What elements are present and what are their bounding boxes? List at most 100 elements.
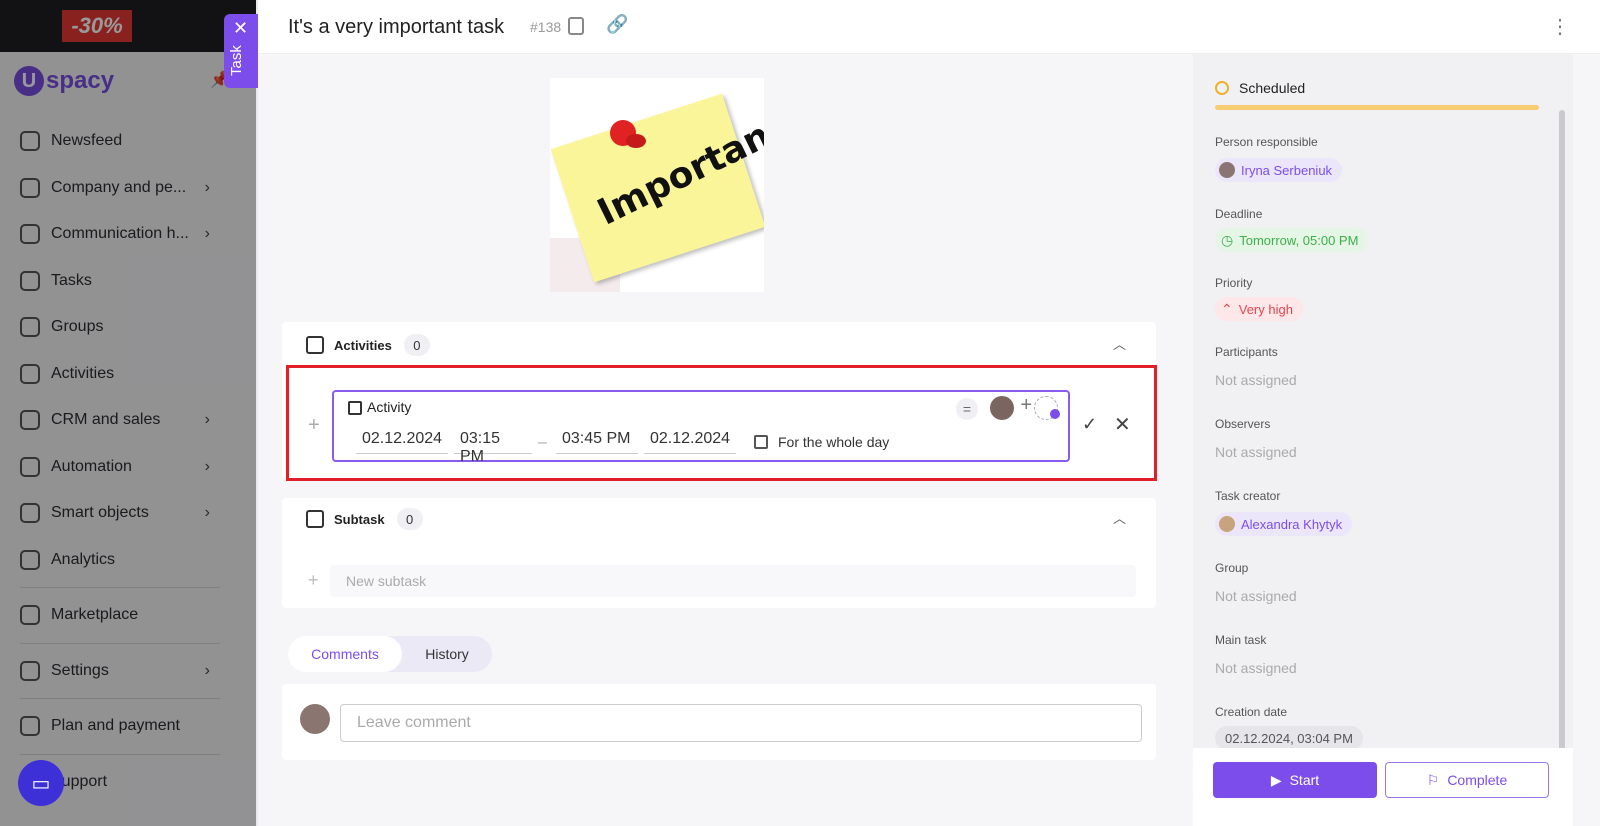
status-row[interactable]: Scheduled (1215, 80, 1305, 96)
sidebar-item-company[interactable]: Company and pe... › (0, 165, 224, 212)
copy-icon[interactable] (568, 17, 584, 35)
subtask-header[interactable]: Subtask 0 (306, 508, 423, 530)
avatar[interactable] (990, 396, 1014, 420)
subtask-card: Subtask 0 ︿ + New subtask (282, 498, 1156, 608)
sidebar-item-label: Marketplace (51, 606, 139, 624)
sidebar-item-plan[interactable]: Plan and payment (0, 703, 224, 750)
creation-date-label: Creation date (1215, 705, 1288, 719)
activities-header[interactable]: Activities 0 (306, 334, 430, 356)
task-tab-label: Task (228, 45, 245, 76)
clock-icon: ◷ (1221, 231, 1234, 248)
whole-day-checkbox[interactable] (754, 435, 768, 449)
start-button[interactable]: ▶ Start (1213, 762, 1377, 798)
task-creator-chip[interactable]: Alexandra Khytyk (1215, 512, 1353, 536)
chat-button[interactable]: ▭ (18, 760, 64, 806)
time-separator: – (538, 434, 547, 451)
task-info-panel: Scheduled Person responsible Iryna Serbe… (1193, 54, 1573, 826)
sidebar-item-label: Company and pe... (51, 178, 187, 196)
observers-label: Observers (1215, 417, 1271, 431)
add-badge (1050, 409, 1060, 419)
task-image[interactable]: Important (550, 78, 764, 292)
chevron-up-icon[interactable]: ︿ (1113, 334, 1126, 353)
flag-icon: ⚐ (1426, 771, 1440, 788)
marketplace-icon (20, 605, 40, 626)
main-task-value[interactable]: Not assigned (1215, 660, 1297, 676)
close-icon[interactable]: ✕ (1114, 412, 1131, 437)
new-subtask-input[interactable]: New subtask (330, 565, 1136, 597)
sidebar-item-automation[interactable]: Automation › (0, 444, 224, 491)
complete-button[interactable]: ⚐ Complete (1385, 762, 1549, 798)
company-icon (20, 177, 40, 198)
settings-icon (20, 660, 40, 681)
sidebar-item-crm[interactable]: CRM and sales › (0, 397, 224, 444)
participants-value[interactable]: Not assigned (1215, 372, 1297, 388)
add-activity-icon[interactable]: + (308, 414, 320, 437)
comment-input[interactable]: Leave comment (340, 704, 1142, 742)
priority-button[interactable]: = (956, 398, 978, 420)
end-time-field[interactable]: 03:45 PM (556, 428, 638, 454)
check-icon[interactable]: ✓ (1082, 414, 1097, 435)
sidebar-item-groups[interactable]: Groups (0, 304, 224, 351)
divider (20, 698, 220, 699)
subtask-icon (306, 510, 324, 528)
smart-objects-icon (20, 503, 40, 524)
chevron-up-icon[interactable]: ︿ (1113, 508, 1126, 527)
activity-name-input[interactable]: Activity (367, 399, 411, 415)
chevron-right-icon: › (204, 504, 210, 521)
priority-chip[interactable]: ⌃ Very high (1215, 297, 1303, 321)
task-tab[interactable]: ✕ Task (224, 14, 258, 88)
sidebar-item-smart-objects[interactable]: Smart objects › (0, 490, 224, 537)
play-icon: ▶ (1270, 771, 1282, 788)
sidebar-item-label: Plan and payment (51, 717, 180, 735)
sidebar-item-label: Settings (51, 661, 109, 679)
automation-icon (20, 456, 40, 477)
avatar (1219, 516, 1235, 532)
divider (20, 642, 220, 644)
add-subtask-icon[interactable]: + (308, 570, 319, 591)
task-number: #138 (530, 19, 562, 35)
page-title[interactable]: It's a very important task (288, 16, 504, 39)
more-menu-icon[interactable]: ⋮ (1550, 14, 1570, 39)
calendar-icon (306, 336, 324, 354)
start-label: Start (1289, 772, 1320, 788)
scrollbar[interactable] (1559, 110, 1565, 750)
person-responsible-chip[interactable]: Iryna Serbeniuk (1215, 158, 1343, 182)
sidebar-item-settings[interactable]: Settings › (0, 648, 224, 695)
chevron-right-icon: › (204, 225, 210, 242)
sidebar-item-communication[interactable]: Communication h... › (0, 211, 224, 258)
group-label: Group (1215, 561, 1249, 575)
divider (20, 587, 220, 588)
deadline-chip[interactable]: ◷ Tomorrow, 05:00 PM (1215, 228, 1369, 252)
tab-history[interactable]: History (402, 636, 492, 672)
observers-value[interactable]: Not assigned (1215, 444, 1297, 460)
task-creator-name: Alexandra Khytyk (1241, 516, 1343, 532)
promo-badge[interactable]: -30% (62, 10, 132, 42)
start-time-field[interactable]: 03:15 PM (454, 428, 532, 465)
sidebar-item-newsfeed[interactable]: Newsfeed (0, 118, 224, 165)
sidebar-item-analytics[interactable]: Analytics (0, 537, 224, 584)
promo-banner[interactable]: -30% (0, 0, 256, 52)
task-panel: It's a very important task #138 🔗 ⋮ Impo… (258, 0, 1600, 826)
sidebar-item-label: Activities (51, 364, 115, 382)
tab-comments[interactable]: Comments (288, 636, 402, 672)
analytics-icon (20, 549, 40, 570)
sidebar-item-tasks[interactable]: Tasks (0, 258, 224, 305)
sidebar-item-activities[interactable]: Activities (0, 351, 224, 398)
plus-icon[interactable]: + (1020, 394, 1032, 417)
communication-icon (20, 224, 40, 245)
crm-icon (20, 410, 40, 431)
sidebar-item-label: Newsfeed (51, 132, 123, 150)
end-date-field[interactable]: 02.12.2024 (644, 428, 736, 454)
link-icon[interactable]: 🔗 (606, 14, 628, 35)
close-icon[interactable]: ✕ (233, 18, 248, 39)
start-date-field[interactable]: 02.12.2024 (356, 428, 448, 454)
payment-icon (20, 716, 40, 737)
group-value[interactable]: Not assigned (1215, 588, 1297, 604)
logo[interactable]: U spacy (14, 66, 114, 96)
status-text: Scheduled (1239, 80, 1306, 96)
sidebar-item-marketplace[interactable]: Marketplace (0, 592, 224, 639)
person-responsible-label: Person responsible (1215, 135, 1318, 149)
priority-value: Very high (1238, 301, 1293, 317)
whole-day-label[interactable]: For the whole day (778, 434, 889, 450)
sidebar-item-label: Smart objects (51, 504, 149, 522)
